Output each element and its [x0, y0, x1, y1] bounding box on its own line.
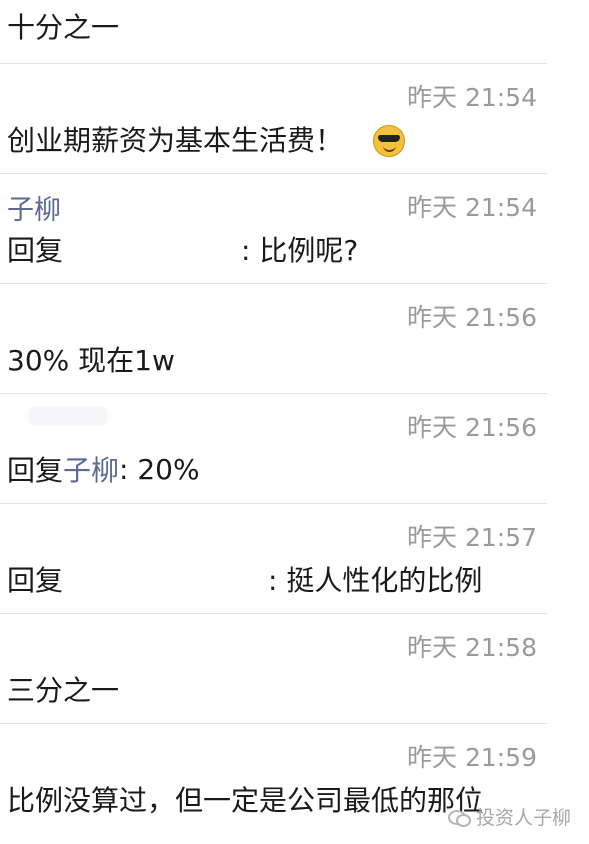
- watermark-text: 投资人子柳: [475, 807, 571, 829]
- sunglasses-emoji-icon: [373, 125, 406, 157]
- reply-prefix: 回复: [7, 564, 64, 597]
- comment-text: 三分之一: [7, 674, 120, 707]
- commenter-name[interactable]: 子柳: [7, 188, 61, 227]
- comment-item: 子柳 昨天 21:54 回复 : 比例呢?: [0, 174, 547, 284]
- comment-text: 十分之一: [7, 11, 120, 44]
- comment-feed: 十分之一 昨天 21:54 创业期薪资为基本生活费！ 子柳 昨天 21:54 回…: [0, 0, 589, 844]
- comment-text: 比例没算过，但一定是公司最低的那位: [7, 784, 484, 817]
- reply-prefix: 回复: [7, 234, 64, 267]
- comment-item: 昨天 21:54 创业期薪资为基本生活费！: [0, 64, 547, 174]
- comment-time: 昨天 21:56: [407, 303, 537, 332]
- comment-item: 昨天 21:56 30% 现在1w: [0, 284, 547, 394]
- comment-text: 创业期薪资为基本生活费！: [7, 124, 344, 157]
- comment-body: 创业期薪资为基本生活费！: [7, 119, 406, 159]
- comment-time: 昨天 21:54: [407, 193, 537, 222]
- comment-item: 昨天 21:58 三分之一: [0, 614, 547, 724]
- redacted-name: [28, 406, 108, 426]
- watermark: 投资人子柳: [447, 803, 571, 830]
- comment-time: 昨天 21:59: [407, 743, 537, 772]
- comment-item: 昨天 21:57 回复 : 挺人性化的比例: [0, 504, 547, 614]
- comment-text: : 比例呢?: [241, 234, 359, 267]
- comment-time: 昨天 21:54: [407, 83, 537, 112]
- comment-body: 回复 子柳 : 20%: [7, 449, 200, 489]
- comment-text: 30% 现在1w: [7, 344, 175, 377]
- wechat-icon: [447, 808, 471, 827]
- comment-time: 昨天 21:56: [407, 413, 537, 442]
- comment-text: : 挺人性化的比例: [268, 564, 483, 597]
- comment-time: 昨天 21:57: [407, 523, 537, 552]
- comment-text: : 20%: [119, 452, 200, 486]
- comment-item: 十分之一: [0, 0, 547, 64]
- mention-link[interactable]: 子柳: [63, 449, 119, 489]
- reply-prefix: 回复: [7, 454, 64, 487]
- comment-time: 昨天 21:58: [407, 633, 537, 662]
- comment-item: 昨天 21:56 回复 子柳 : 20%: [0, 394, 547, 504]
- comment-body: 回复 : 挺人性化的比例: [7, 559, 482, 599]
- comment-body: 回复 : 比例呢?: [7, 229, 358, 269]
